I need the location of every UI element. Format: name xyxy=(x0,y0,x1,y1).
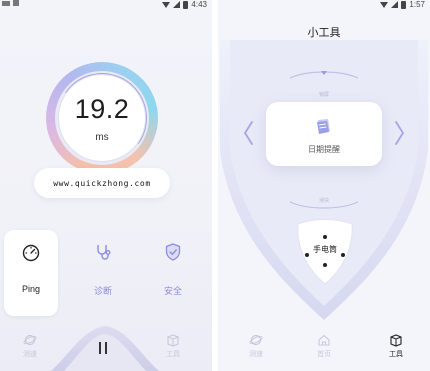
chevron-left-icon[interactable] xyxy=(242,120,254,146)
feature-security-label: 安全 xyxy=(163,287,182,297)
pause-button[interactable] xyxy=(98,342,108,354)
battery-icon xyxy=(401,0,407,9)
wifi-icon xyxy=(162,1,171,8)
tools-screen: 1:57 小工具 锁屏 日期提醒 滑块 手电筒 测速 首页 工具 xyxy=(218,0,430,371)
planet-icon xyxy=(249,334,263,346)
nav-tools-label: 工具 xyxy=(166,350,180,358)
tool-label-top: 锁屏 xyxy=(318,92,329,98)
nav-speedtest-label: 测速 xyxy=(249,350,263,358)
feature-diagnose-label: 诊断 xyxy=(93,287,112,297)
nav-tools[interactable]: 工具 xyxy=(376,333,416,359)
url-input[interactable]: www.quickzhong.com xyxy=(34,168,170,198)
stethoscope-icon xyxy=(97,245,111,260)
flashlight-dot xyxy=(323,263,327,267)
feature-diagnose[interactable]: 诊断 xyxy=(76,230,130,316)
ping-value: 19.2 xyxy=(74,94,130,124)
signal-icon xyxy=(391,1,399,8)
wifi-icon xyxy=(380,1,389,8)
nav-speedtest[interactable]: 测速 xyxy=(10,333,50,359)
chevron-right-icon[interactable] xyxy=(394,120,406,146)
flashlight-label: 手电筒 xyxy=(313,245,337,254)
nav-speedtest-label: 测速 xyxy=(23,350,37,358)
feature-ping-label: Ping xyxy=(21,284,40,294)
nav-speedtest[interactable]: 测速 xyxy=(236,333,276,359)
feature-security[interactable]: 安全 xyxy=(146,230,200,316)
speed-test-screen: 4:43 19.2 ms www.quickzhong.com Ping 诊断 xyxy=(0,0,212,371)
box-icon xyxy=(390,334,402,347)
ping-unit: ms xyxy=(95,132,109,143)
signal-icon xyxy=(173,1,181,8)
tool-label-bottom: 滑块 xyxy=(318,198,329,204)
nav-tools-label: 工具 xyxy=(389,350,403,358)
tool-card-label: 日期提醒 xyxy=(308,145,340,154)
status-bar: 4:43 xyxy=(0,0,212,12)
page-title: 小工具 xyxy=(307,26,341,39)
nav-home-label: 首页 xyxy=(317,350,331,358)
planet-icon xyxy=(23,334,37,346)
status-time: 4:43 xyxy=(191,0,207,9)
box-icon xyxy=(167,334,179,347)
status-time: 1:57 xyxy=(409,0,425,9)
nav-tools[interactable]: 工具 xyxy=(153,333,193,359)
ping-gauge: 19.2 ms xyxy=(46,62,158,174)
speedometer-icon xyxy=(22,244,40,262)
shield-check-icon xyxy=(165,243,181,261)
tool-card-date-reminder[interactable]: 日期提醒 xyxy=(266,102,382,166)
flashlight-dot xyxy=(323,235,327,239)
battery-icon xyxy=(183,0,189,9)
home-icon xyxy=(318,334,330,346)
status-bar: 1:57 xyxy=(218,0,430,12)
notification-icon xyxy=(2,0,10,6)
calendar-icon xyxy=(317,119,330,134)
nav-home[interactable]: 首页 xyxy=(304,333,344,359)
feature-ping[interactable]: Ping xyxy=(4,230,58,316)
sim-icon xyxy=(13,0,19,6)
